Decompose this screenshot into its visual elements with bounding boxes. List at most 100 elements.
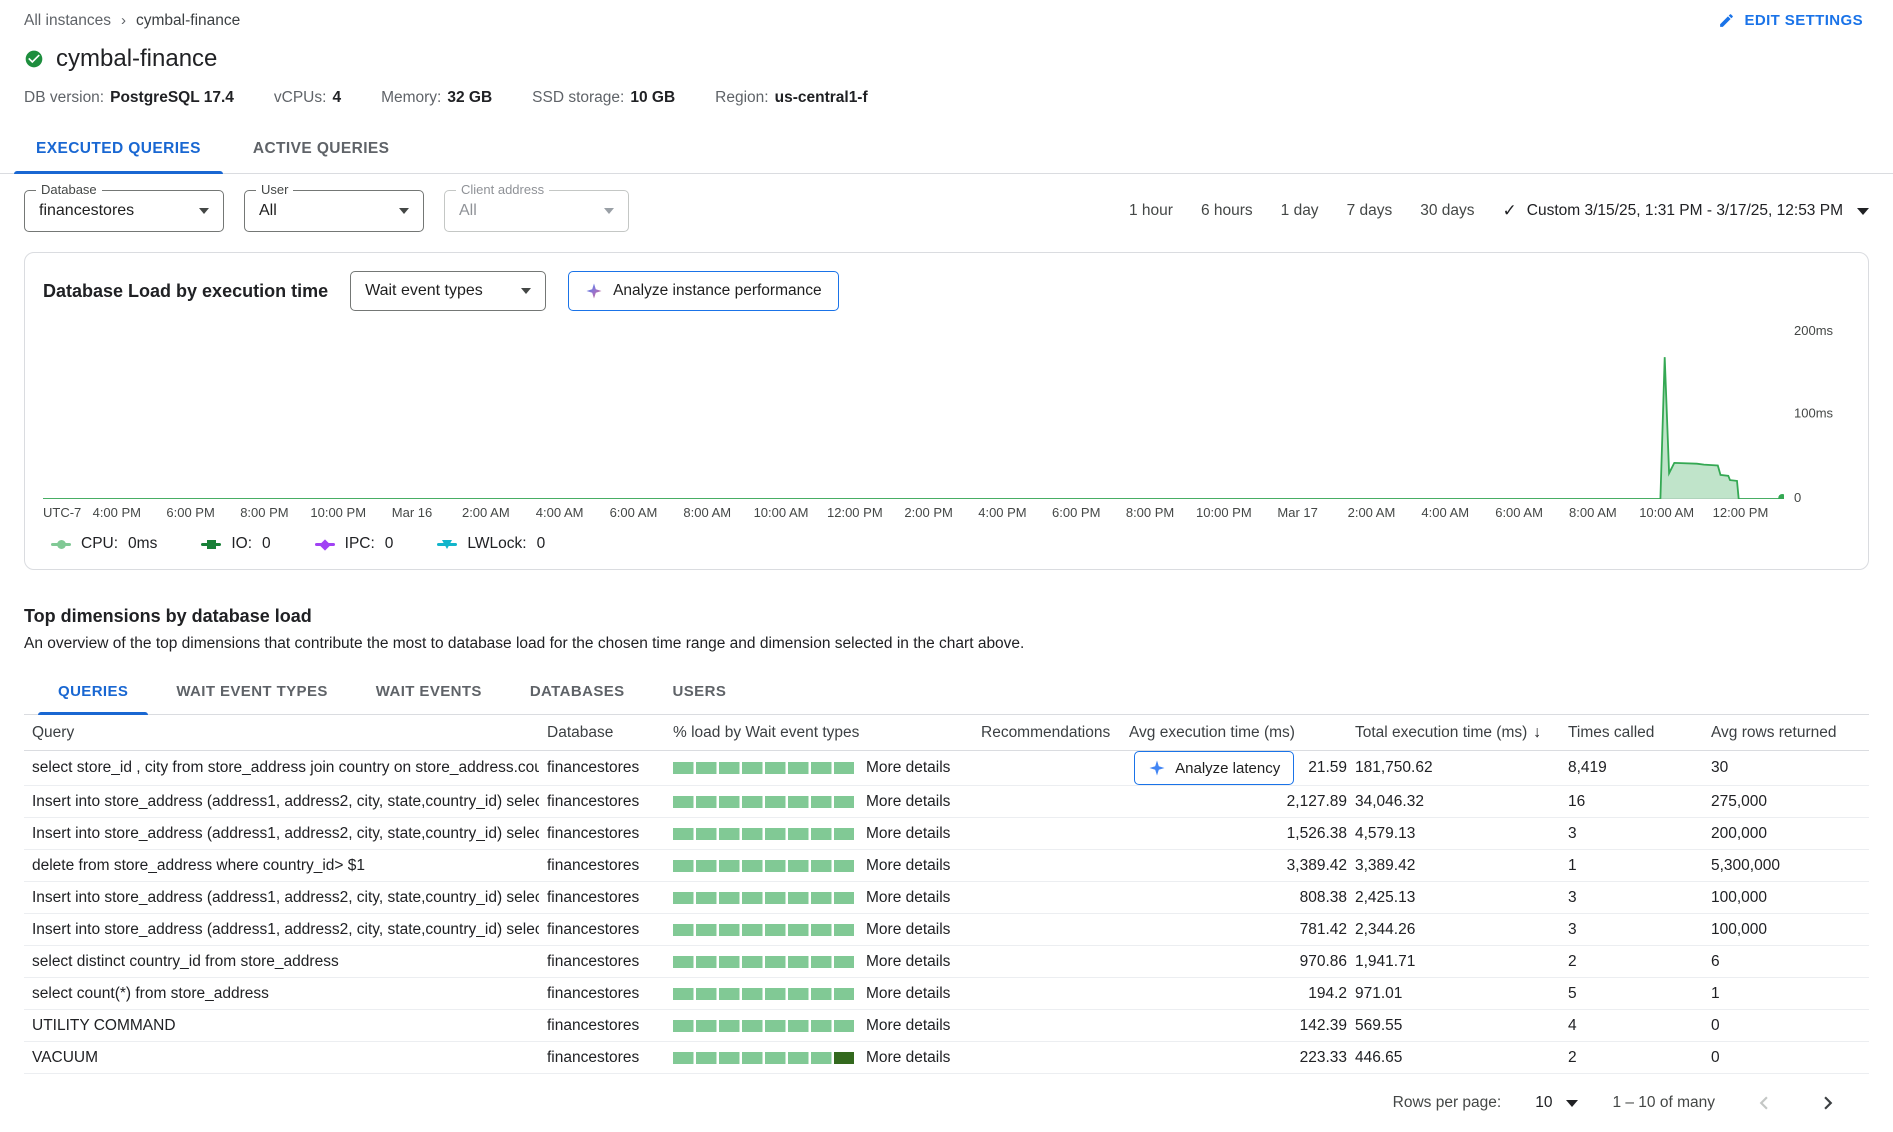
tab-wait-event-types[interactable]: WAIT EVENT TYPES [152, 669, 351, 714]
meta-memory: Memory:32 GB [381, 89, 492, 107]
col-query[interactable]: Query [32, 724, 539, 742]
dropdown-arrow-icon [1566, 1100, 1578, 1107]
avg-exec-cell: Analyze latency 21.59 [1129, 751, 1347, 785]
col-recommendations[interactable]: Recommendations [981, 724, 1121, 742]
time-range-30-days[interactable]: 30 days [1420, 202, 1474, 220]
table-row[interactable]: Insert into store_address (address1, add… [24, 818, 1869, 850]
user-filter-select[interactable]: User All [244, 190, 424, 232]
chart-y-axis: 200ms 100ms 0 [1784, 327, 1850, 499]
user-filter-label: User [256, 182, 293, 197]
rows-per-page-label: Rows per page: [1393, 1094, 1502, 1112]
analyze-instance-performance-button[interactable]: Analyze instance performance [568, 271, 839, 311]
total-exec-cell: 2,344.26 [1355, 921, 1560, 939]
more-details-link[interactable]: More details [866, 1017, 950, 1035]
top-dimensions-section: Top dimensions by database load An overv… [0, 606, 1893, 1132]
load-cell: More details [673, 985, 973, 1003]
col-database[interactable]: Database [547, 724, 665, 742]
col-load-by-wait-event[interactable]: % load by Wait event types [673, 724, 973, 742]
time-range-1-hour[interactable]: 1 hour [1129, 202, 1173, 220]
total-exec-cell: 181,750.62 [1355, 759, 1560, 777]
table-row[interactable]: VACUUM financestores More details 223.33… [24, 1042, 1869, 1074]
load-bar [673, 1052, 854, 1064]
breadcrumb-all-instances[interactable]: All instances [24, 12, 111, 30]
gemini-sparkle-icon [585, 282, 603, 300]
load-bar-end-segment [834, 1020, 855, 1032]
times-called-cell: 3 [1568, 921, 1703, 939]
dimension-select[interactable]: Wait event types [350, 271, 546, 311]
col-times-called[interactable]: Times called [1568, 724, 1703, 742]
table-header: Query Database % load by Wait event type… [24, 715, 1869, 751]
table-row[interactable]: Insert into store_address (address1, add… [24, 882, 1869, 914]
query-cell: Insert into store_address (address1, add… [32, 793, 539, 811]
table-row[interactable]: UTILITY COMMAND financestores More detai… [24, 1010, 1869, 1042]
x-tick-label: 8:00 AM [683, 505, 731, 520]
time-range-custom[interactable]: ✓ Custom 3/15/25, 1:31 PM - 3/17/25, 12:… [1503, 201, 1869, 221]
table-row[interactable]: select store_id , city from store_addres… [24, 751, 1869, 786]
query-cell: Insert into store_address (address1, add… [32, 889, 539, 907]
load-card-header: Database Load by execution time Wait eve… [43, 271, 1850, 311]
tab-users[interactable]: USERS [649, 669, 751, 714]
avg-exec-cell: 223.33 [1129, 1049, 1347, 1067]
load-cell: More details [673, 759, 973, 777]
table-row[interactable]: select count(*) from store_address finan… [24, 978, 1869, 1010]
tab-active-queries[interactable]: ACTIVE QUERIES [227, 125, 416, 173]
prev-page-button [1749, 1088, 1779, 1118]
tab-queries[interactable]: QUERIES [34, 669, 152, 714]
more-details-link[interactable]: More details [866, 857, 950, 875]
edit-settings-button[interactable]: EDIT SETTINGS [1712, 8, 1869, 33]
col-avg-rows-returned[interactable]: Avg rows returned [1711, 724, 1861, 742]
load-bar [673, 796, 854, 808]
load-chart[interactable] [43, 327, 1784, 499]
more-details-link[interactable]: More details [866, 985, 950, 1003]
lwlock-series-swatch-icon [437, 537, 457, 551]
database-cell: financestores [547, 1017, 665, 1035]
time-range-6-hours[interactable]: 6 hours [1201, 202, 1253, 220]
x-tick-label: 10:00 AM [1639, 505, 1694, 520]
tab-databases[interactable]: DATABASES [506, 669, 649, 714]
more-details-link[interactable]: More details [866, 889, 950, 907]
more-details-link[interactable]: More details [866, 793, 950, 811]
time-range-7-days[interactable]: 7 days [1347, 202, 1393, 220]
database-filter-select[interactable]: Database financestores [24, 190, 224, 232]
avg-exec-value: 142.39 [1300, 1017, 1347, 1035]
more-details-link[interactable]: More details [866, 953, 950, 971]
load-cell: More details [673, 1049, 973, 1067]
chart-x-axis-row: UTC-74:00 PM6:00 PM8:00 PM10:00 PMMar 16… [43, 505, 1850, 525]
rows-per-page-select[interactable]: 10 [1535, 1094, 1578, 1112]
legend-item-cpu[interactable]: CPU: 0ms [51, 535, 157, 553]
meta-vcpus: vCPUs:4 [274, 89, 341, 107]
table-row[interactable]: Insert into store_address (address1, add… [24, 786, 1869, 818]
analyze-latency-button[interactable]: Analyze latency [1134, 751, 1294, 785]
more-details-link[interactable]: More details [866, 921, 950, 939]
tab-wait-events[interactable]: WAIT EVENTS [352, 669, 506, 714]
x-tick-label: 6:00 AM [1495, 505, 1543, 520]
client-address-filter-select: Client address All [444, 190, 629, 232]
more-details-link[interactable]: More details [866, 825, 950, 843]
breadcrumb-bar: All instances › cymbal-finance EDIT SETT… [0, 0, 1893, 37]
col-avg-exec-time[interactable]: Avg execution time (ms) [1129, 724, 1347, 742]
legend-item-ipc[interactable]: IPC: 0 [315, 535, 394, 553]
more-details-link[interactable]: More details [866, 759, 950, 777]
database-cell: financestores [547, 921, 665, 939]
table-row[interactable]: select distinct country_id from store_ad… [24, 946, 1869, 978]
table-row[interactable]: Insert into store_address (address1, add… [24, 914, 1869, 946]
total-exec-cell: 971.01 [1355, 985, 1560, 1003]
avg-exec-cell: 142.39 [1129, 1017, 1347, 1035]
load-card-title: Database Load by execution time [43, 281, 328, 302]
legend-item-lwlock[interactable]: LWLock: 0 [437, 535, 545, 553]
table-row[interactable]: delete from store_address where country_… [24, 850, 1869, 882]
x-tick-label: 4:00 AM [536, 505, 584, 520]
time-range-1-day[interactable]: 1 day [1281, 202, 1319, 220]
col-total-exec-time[interactable]: Total execution time (ms) ↓ [1355, 724, 1560, 742]
tab-executed-queries[interactable]: EXECUTED QUERIES [10, 125, 227, 173]
more-details-link[interactable]: More details [866, 1049, 950, 1067]
total-exec-cell: 34,046.32 [1355, 793, 1560, 811]
x-tick-label: 2:00 PM [904, 505, 952, 520]
breadcrumb: All instances › cymbal-finance [24, 12, 240, 30]
legend-item-io[interactable]: IO: 0 [201, 535, 270, 553]
database-cell: financestores [547, 793, 665, 811]
times-called-cell: 2 [1568, 1049, 1703, 1067]
table-body: select store_id , city from store_addres… [24, 751, 1869, 1074]
next-page-button[interactable] [1813, 1088, 1843, 1118]
times-called-cell: 4 [1568, 1017, 1703, 1035]
